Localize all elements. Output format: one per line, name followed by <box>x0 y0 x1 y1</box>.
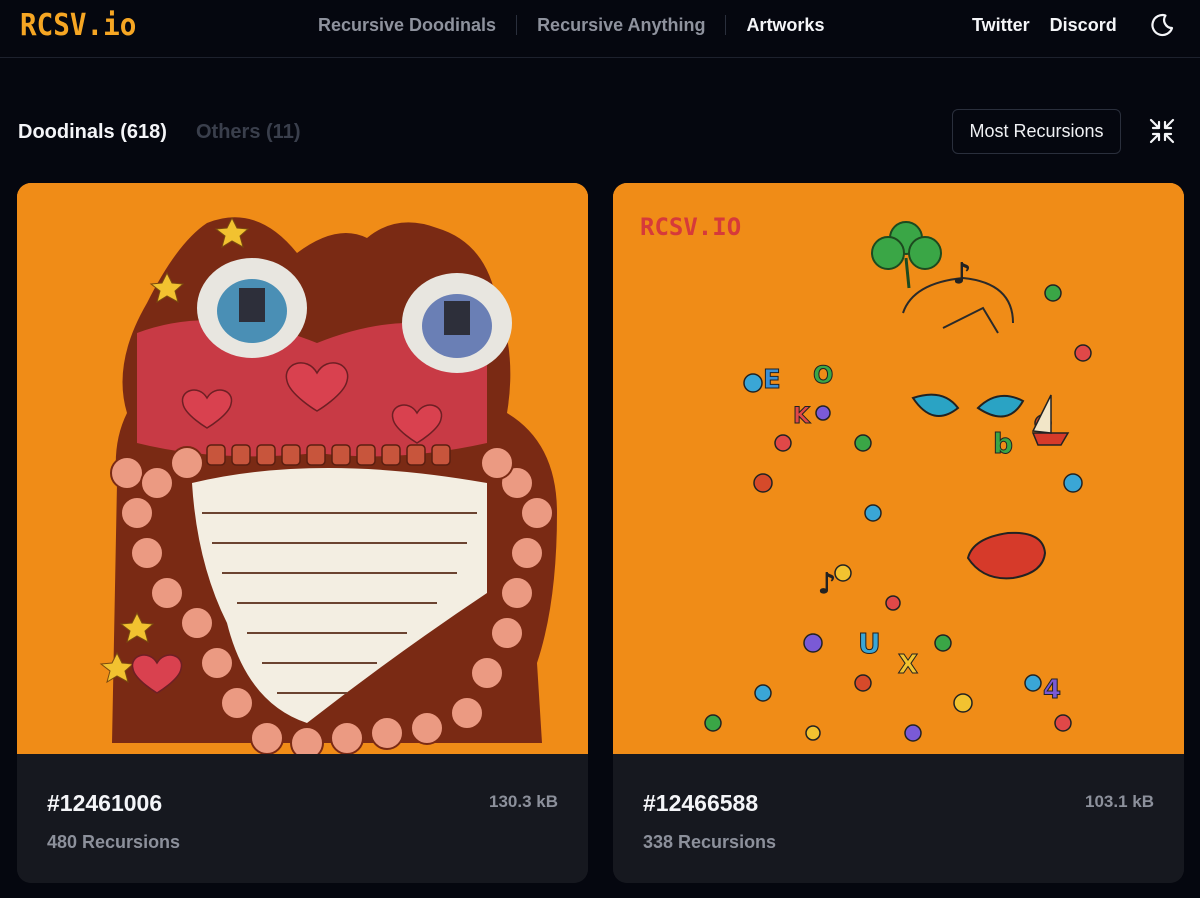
svg-text:♪: ♪ <box>953 257 971 290</box>
collapse-icon <box>1149 118 1175 144</box>
main-nav: Recursive Doodinals Recursive Anything A… <box>300 13 844 37</box>
svg-text:E: E <box>763 365 781 395</box>
inscription-id[interactable]: #12466588 <box>643 790 758 817</box>
rcsv-watermark: RCSV.IO <box>640 213 741 241</box>
frog-mosaic-artwork <box>17 183 588 754</box>
artwork-card[interactable]: RCSV.IO E K O U X 4 b ♪ ♪ #12466588 103.… <box>613 183 1184 883</box>
inscription-id[interactable]: #12461006 <box>47 790 162 817</box>
nav-artworks[interactable]: Artworks <box>726 13 844 37</box>
artwork-info: #12466588 103.1 kB 338 Recursions <box>613 754 1184 883</box>
artwork-card[interactable]: #12461006 130.3 kB 480 Recursions <box>17 183 588 883</box>
file-size: 103.1 kB <box>1085 792 1154 811</box>
theme-toggle-button[interactable] <box>1148 11 1176 39</box>
social-links: Twitter Discord <box>972 13 1117 37</box>
svg-text:O: O <box>813 361 833 389</box>
recursion-count: 338 Recursions <box>643 832 777 852</box>
sort-dropdown-button[interactable]: Most Recursions <box>952 109 1121 154</box>
svg-text:X: X <box>898 650 918 680</box>
svg-text:K: K <box>793 404 811 429</box>
nav-recursive-anything[interactable]: Recursive Anything <box>517 13 725 37</box>
nav-recursive-doodinals[interactable]: Recursive Doodinals <box>300 13 516 37</box>
artwork-image[interactable] <box>17 183 588 754</box>
svg-text:U: U <box>858 627 881 660</box>
svg-text:4: 4 <box>1043 675 1061 705</box>
file-size: 130.3 kB <box>489 792 558 811</box>
recursion-count: 480 Recursions <box>47 832 181 852</box>
twitter-link[interactable]: Twitter <box>972 13 1030 37</box>
discord-link[interactable]: Discord <box>1050 13 1117 37</box>
doodle-portrait-artwork: RCSV.IO E K O U X 4 b ♪ ♪ <box>613 183 1184 754</box>
top-navigation-bar: RCSV.io Recursive Doodinals Recursive An… <box>0 0 1200 58</box>
site-logo[interactable]: RCSV.io <box>20 8 136 43</box>
tab-others[interactable]: Others (11) <box>196 120 300 144</box>
svg-text:b: b <box>993 427 1013 460</box>
artwork-info: #12461006 130.3 kB 480 Recursions <box>17 754 588 883</box>
artwork-image[interactable]: RCSV.IO E K O U X 4 b ♪ ♪ <box>613 183 1184 754</box>
collapse-view-button[interactable] <box>1148 117 1176 145</box>
moon-icon <box>1151 13 1174 37</box>
tab-doodinals[interactable]: Doodinals (618) <box>18 120 167 144</box>
svg-text:♪: ♪ <box>818 567 836 600</box>
